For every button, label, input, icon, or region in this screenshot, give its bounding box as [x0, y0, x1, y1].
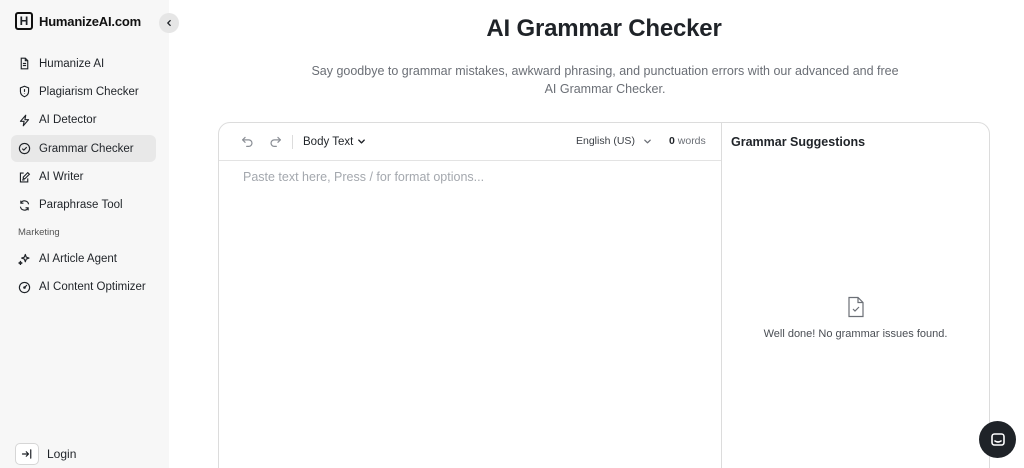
word-count-value: 0: [669, 135, 675, 147]
sidebar-item-label: AI Writer: [39, 171, 84, 184]
gauge-icon: [18, 281, 31, 293]
chat-support-button[interactable]: [979, 421, 1016, 458]
sidebar-item-ai-article-agent[interactable]: AI Article Agent: [11, 245, 156, 272]
word-count: 0 words: [669, 135, 706, 147]
sidebar-item-label: Plagiarism Checker: [39, 85, 139, 98]
sidebar-item-label: Paraphrase Tool: [39, 199, 123, 212]
sidebar: H HumanizeAI.com Humanize AI Plagiarism …: [0, 0, 169, 468]
undo-button[interactable]: [240, 135, 254, 149]
sidebar-item-ai-detector[interactable]: AI Detector: [11, 107, 156, 134]
sidebar-item-label: Grammar Checker: [39, 142, 134, 155]
editor-placeholder[interactable]: Paste text here, Press / for format opti…: [243, 170, 484, 184]
page-subtitle: Say goodbye to grammar mistakes, awkward…: [311, 64, 899, 96]
grammar-suggestions-panel: Grammar Suggestions Well done! No gramma…: [722, 123, 989, 468]
sidebar-item-label: AI Detector: [39, 114, 97, 127]
no-issues-message: Well done! No grammar issues found.: [763, 328, 948, 340]
language-label: English (US): [576, 135, 635, 147]
sidebar-item-plagiarism-checker[interactable]: Plagiarism Checker: [11, 78, 156, 105]
format-dropdown[interactable]: Body Text: [303, 136, 366, 148]
shield-icon: [19, 85, 30, 98]
document-check-icon: [848, 296, 864, 318]
lightning-icon: [19, 114, 30, 127]
editor-toolbar: Body Text English (US) 0 words: [219, 123, 721, 161]
redo-icon: [270, 136, 281, 147]
suggestions-title: Grammar Suggestions: [731, 135, 866, 149]
format-label: Body Text: [303, 135, 354, 148]
sidebar-item-label: AI Content Optimizer: [39, 281, 146, 294]
grammar-checker-panel: Body Text English (US) 0 words Paste tex…: [218, 122, 990, 468]
sidebar-item-humanize-ai[interactable]: Humanize AI: [11, 50, 156, 77]
language-dropdown[interactable]: English (US): [576, 135, 652, 147]
sidebar-item-ai-writer[interactable]: AI Writer: [11, 164, 156, 191]
pen-note-icon: [19, 171, 31, 183]
login-icon: [15, 443, 39, 465]
brand-name: HumanizeAI.com: [39, 13, 141, 29]
brand-logo[interactable]: H HumanizeAI.com: [15, 12, 141, 30]
sidebar-nav: Humanize AI Plagiarism Checker AI Detect…: [11, 50, 156, 302]
sidebar-item-label: AI Article Agent: [39, 252, 117, 265]
logo-mark: H: [15, 12, 33, 30]
chevron-down-icon: [358, 139, 366, 144]
login-button[interactable]: Login: [15, 443, 76, 465]
sidebar-item-paraphrase-tool[interactable]: Paraphrase Tool: [11, 192, 156, 219]
sidebar-item-grammar-checker[interactable]: Grammar Checker: [11, 135, 156, 163]
text-editor: Body Text English (US) 0 words Paste tex…: [219, 123, 722, 468]
sidebar-item-label: Humanize AI: [39, 57, 105, 70]
sidebar-item-ai-content-optimizer[interactable]: AI Content Optimizer: [11, 274, 156, 301]
document-icon: [20, 57, 29, 70]
page-title: AI Grammar Checker: [486, 15, 722, 42]
redo-button[interactable]: [268, 135, 282, 149]
check-circle-icon: [18, 142, 31, 155]
refresh-icon: [19, 200, 30, 211]
word-count-label: words: [677, 135, 706, 147]
chevron-down-icon: [644, 139, 651, 143]
sidebar-section-marketing: Marketing: [18, 227, 60, 239]
sparkle-icon: [18, 254, 30, 266]
chat-icon: [990, 432, 1005, 446]
undo-icon: [241, 136, 252, 147]
login-label: Login: [47, 447, 77, 461]
toolbar-divider: [292, 134, 293, 149]
